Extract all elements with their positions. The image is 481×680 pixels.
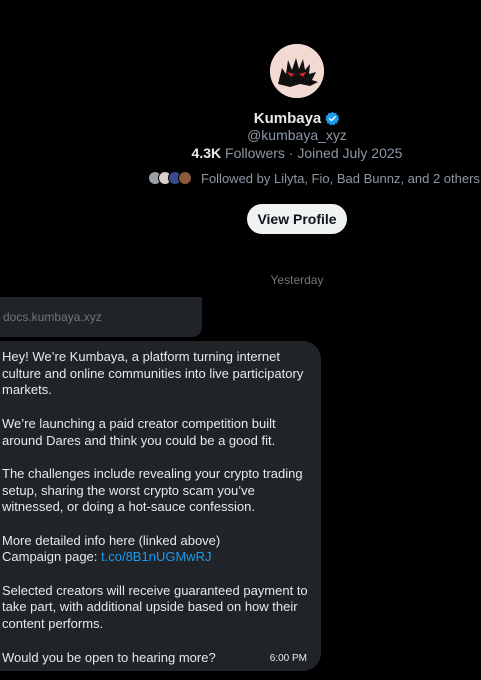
profile-handle: @kumbaya_xyz xyxy=(247,127,347,143)
message-line: More detailed info here (linked above) xyxy=(2,532,221,548)
message-timestamp: 6:00 PM xyxy=(269,653,307,664)
date-separator: Yesterday xyxy=(270,273,324,287)
monster-logo-icon xyxy=(270,44,324,98)
message-paragraph: More detailed info here (linked above) C… xyxy=(2,533,309,566)
message-paragraph: Hey! We’re Kumbaya, a platform turning i… xyxy=(2,349,304,398)
mutual-avatars xyxy=(148,171,192,185)
link-preview-domain: docs.kumbaya.xyz xyxy=(3,310,102,324)
followers-label: Followers xyxy=(225,145,285,161)
followers-count: 4.3K xyxy=(191,145,222,161)
mutual-avatar xyxy=(178,171,192,185)
joined-date: · Joined July 2025 xyxy=(288,145,403,161)
message-text: Hey! We’re Kumbaya, a platform turning i… xyxy=(2,349,309,666)
display-name: Kumbaya xyxy=(253,110,322,127)
message-paragraph: We’re launching a paid creator competiti… xyxy=(2,415,276,448)
followed-by-text: Followed by Lilyta, Fio, Bad Bunnz, and … xyxy=(201,170,480,186)
campaign-link[interactable]: t.co/8B1nUGMwRJ xyxy=(101,549,212,564)
avatar[interactable] xyxy=(270,44,324,98)
followed-by-row[interactable]: Followed by Lilyta, Fio, Bad Bunnz, and … xyxy=(148,168,480,188)
message-paragraph: The challenges include revealing your cr… xyxy=(2,465,303,515)
message-bubble: Hey! We’re Kumbaya, a platform turning i… xyxy=(0,341,321,671)
message-paragraph: Selected creators will receive guarantee… xyxy=(2,582,308,632)
message-paragraph: Would you be open to hearing more? xyxy=(2,649,216,665)
profile-stats: 4.3K Followers · Joined July 2025 xyxy=(0,144,481,162)
link-preview-card[interactable]: docs.kumbaya.xyz xyxy=(0,297,202,337)
campaign-label: Campaign page: xyxy=(2,549,102,565)
view-profile-button[interactable]: View Profile xyxy=(247,204,347,234)
